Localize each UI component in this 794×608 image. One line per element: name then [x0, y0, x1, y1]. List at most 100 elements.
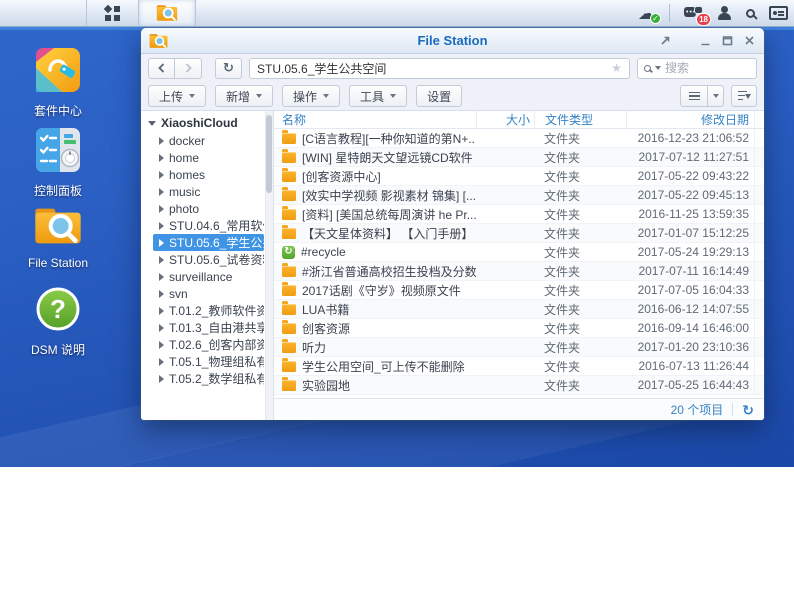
desktop-icon-control-panel[interactable]: 控制面板: [6, 128, 110, 199]
search-box[interactable]: [637, 58, 757, 79]
sidebar-root-xiaoshicloud[interactable]: XiaoshiCloud: [141, 114, 264, 132]
minimize-icon: [700, 35, 711, 46]
sidebar-folder-item[interactable]: STU.05.6_学生公共空间: [153, 234, 264, 251]
sidebar-folder-item[interactable]: STU.04.6_常用软件: [141, 217, 264, 234]
column-header-name[interactable]: 名称: [274, 111, 476, 128]
desktop-icon-dsm-help[interactable]: DSM 说明: [6, 287, 110, 358]
sidebar-folder-item[interactable]: music: [141, 183, 264, 200]
caret-right-icon[interactable]: [159, 188, 164, 196]
caret-right-icon[interactable]: [159, 137, 164, 145]
main-menu-button[interactable]: [86, 0, 139, 26]
back-button[interactable]: [148, 58, 175, 79]
settings-button[interactable]: 设置: [416, 85, 462, 107]
view-mode-caret-button[interactable]: [708, 85, 724, 107]
minimize-button[interactable]: [699, 34, 712, 47]
caret-right-icon[interactable]: [159, 307, 164, 315]
popout-button[interactable]: [659, 34, 672, 47]
file-row[interactable]: #recycle 文件夹 2017-05-24 19:29:13: [274, 243, 764, 262]
folder-icon: [282, 380, 296, 391]
caret-right-icon[interactable]: [159, 375, 164, 383]
column-header-type[interactable]: 文件类型: [534, 111, 626, 128]
column-header-size[interactable]: 大小: [476, 111, 534, 128]
caret-right-icon[interactable]: [159, 154, 164, 162]
file-row[interactable]: 2017话剧《守岁》视频原文件 文件夹 2017-07-05 16:04:33: [274, 281, 764, 300]
upload-button[interactable]: 上传: [148, 85, 206, 107]
dsm-help-icon: [36, 287, 80, 336]
desktop-icon-package-center[interactable]: 套件中心: [6, 48, 110, 119]
file-row[interactable]: 听力 文件夹 2017-01-20 23:10:36: [274, 338, 764, 357]
sidebar-folder-item[interactable]: STU.05.6_试卷资料下载: [141, 251, 264, 268]
caret-right-icon[interactable]: [159, 341, 164, 349]
file-row[interactable]: 实验园地 文件夹 2017-05-25 16:44:43: [274, 376, 764, 395]
sidebar-folder-item[interactable]: svn: [141, 285, 264, 302]
desktop-icon-file-station[interactable]: File Station: [6, 206, 110, 270]
file-row[interactable]: [资料] [美国总统每周演讲 he Pr... 文件夹 2016-11-25 1…: [274, 205, 764, 224]
cloud-sync-button[interactable]: ☁✓: [638, 5, 655, 22]
maximize-button[interactable]: [721, 34, 734, 47]
sidebar-folder-label: home: [169, 151, 199, 165]
sidebar-folder-item[interactable]: T.01.2_教师软件资源区: [141, 302, 264, 319]
file-name: [效实中学视频 影视素材 锦集] [...: [302, 187, 476, 204]
caret-right-icon[interactable]: [159, 273, 164, 281]
sidebar-folder-item[interactable]: T.01.3_自由港共享空间: [141, 319, 264, 336]
search-input[interactable]: [665, 61, 735, 75]
sidebar-folder-item[interactable]: docker: [141, 132, 264, 149]
caret-right-icon[interactable]: [159, 205, 164, 213]
caret-right-icon[interactable]: [159, 290, 164, 298]
column-header-modified[interactable]: 修改日期: [626, 111, 754, 128]
notifications-button[interactable]: ••• 18: [684, 6, 703, 21]
file-row[interactable]: [C语言教程][一种你知道的第N+... 文件夹 2016-12-23 21:0…: [274, 129, 764, 148]
caret-right-icon[interactable]: [159, 239, 164, 247]
search-options-caret-icon[interactable]: [655, 66, 661, 70]
caret-right-icon[interactable]: [159, 222, 164, 230]
sidebar-folder-item[interactable]: home: [141, 149, 264, 166]
caret-down-icon[interactable]: [148, 121, 156, 126]
window-titlebar[interactable]: File Station: [141, 28, 764, 54]
sidebar-folder-item[interactable]: homes: [141, 166, 264, 183]
sidebar-scrollbar-thumb[interactable]: [266, 115, 272, 193]
global-search-button[interactable]: [746, 9, 755, 18]
sidebar-folder-label: STU.05.6_学生公共空间: [169, 234, 264, 251]
forward-button[interactable]: [175, 58, 202, 79]
caret-right-icon[interactable]: [159, 256, 164, 264]
caret-right-icon[interactable]: [159, 358, 164, 366]
sidebar-folder-item[interactable]: T.05.2_数学组私有共享空: [141, 370, 264, 387]
sidebar-folder-label: STU.05.6_试卷资料下载: [169, 251, 264, 268]
tools-button[interactable]: 工具: [349, 85, 407, 107]
sidebar-folder-item[interactable]: photo: [141, 200, 264, 217]
file-row[interactable]: [创客资源中心] 文件夹 2017-05-22 09:43:22: [274, 167, 764, 186]
file-row[interactable]: 【天文星体资料】 【入门手册】 文件夹 2017-01-07 15:12:25: [274, 224, 764, 243]
user-menu-button[interactable]: [717, 6, 732, 20]
column-divider: [754, 338, 764, 356]
desktop-icon-label: File Station: [6, 256, 110, 270]
view-mode-button[interactable]: [680, 85, 708, 107]
caret-right-icon[interactable]: [159, 171, 164, 179]
file-row[interactable]: #浙江省普通高校招生投档及分数... 文件夹 2017-07-11 16:14:…: [274, 262, 764, 281]
create-button[interactable]: 新增: [215, 85, 273, 107]
sidebar-scrollbar-track[interactable]: [265, 111, 273, 420]
close-button[interactable]: [743, 34, 756, 47]
widget-panel-button[interactable]: [769, 6, 788, 20]
action-button[interactable]: 操作: [282, 85, 340, 107]
breadcrumb[interactable]: STU.05.6_学生公共空间 ★: [249, 58, 630, 79]
file-station-taskbar-button[interactable]: [139, 0, 196, 26]
caret-right-icon[interactable]: [159, 324, 164, 332]
breadcrumb-path: STU.05.6_学生公共空间: [257, 60, 386, 77]
refresh-button[interactable]: ↻: [215, 58, 242, 79]
file-name: 听力: [302, 339, 326, 356]
list-refresh-button[interactable]: ↻: [742, 403, 754, 417]
file-row[interactable]: 学生公用空间_可上传不能删除 文件夹 2016-07-13 11:26:44: [274, 357, 764, 376]
file-row[interactable]: [效实中学视频 影视素材 锦集] [... 文件夹 2017-05-22 09:…: [274, 186, 764, 205]
file-row[interactable]: 创客资源 文件夹 2016-09-14 16:46:00: [274, 319, 764, 338]
sidebar-folder-label: T.01.2_教师软件资源区: [169, 302, 264, 319]
file-row[interactable]: LUA书籍 文件夹 2016-06-12 14:07:55: [274, 300, 764, 319]
sidebar-folder-item[interactable]: surveillance: [141, 268, 264, 285]
sort-button[interactable]: [731, 85, 757, 107]
folder-icon: [282, 133, 296, 144]
sidebar-folder-item[interactable]: T.05.1_物理组私有共享空: [141, 353, 264, 370]
favorite-star-icon[interactable]: ★: [611, 61, 622, 75]
file-row[interactable]: [WIN] 星特朗天文望远镜CD软件 文件夹 2017-07-12 11:27:…: [274, 148, 764, 167]
file-modified: 2017-07-05 16:04:33: [626, 283, 754, 297]
file-modified: 2017-07-11 16:14:49: [626, 264, 754, 278]
sidebar-folder-item[interactable]: T.02.6_创客内部资料: [141, 336, 264, 353]
